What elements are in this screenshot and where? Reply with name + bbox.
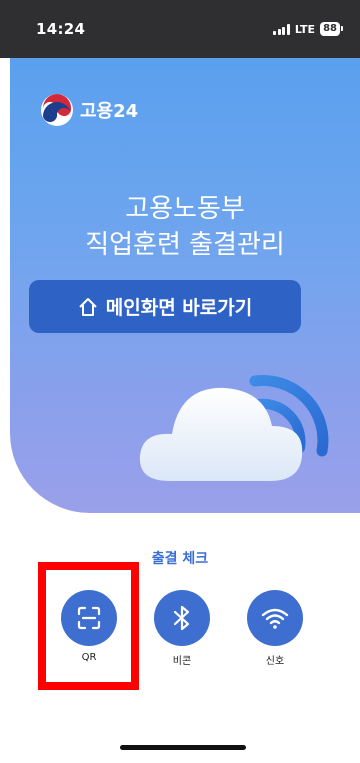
hero-banner: 고용24 고용노동부 직업훈련 출결관리 메인화면 바로가기	[10, 58, 360, 513]
taegeuk-logo-icon	[41, 94, 73, 126]
cellular-signal-icon	[273, 23, 290, 35]
beacon-check-button[interactable]: 비콘	[147, 590, 217, 667]
go-to-main-button[interactable]: 메인화면 바로가기	[29, 280, 301, 333]
status-indicators: LTE 88	[273, 22, 343, 36]
signal-check-button[interactable]: 신호	[240, 590, 310, 667]
network-type: LTE	[294, 22, 316, 36]
bluetooth-icon	[173, 605, 190, 631]
page-title-line1: 고용노동부	[125, 194, 245, 224]
wifi-icon	[261, 608, 289, 629]
status-time: 14:24	[36, 20, 86, 38]
battery-level: 88	[323, 23, 337, 34]
signal-check-circle[interactable]	[247, 590, 303, 646]
battery-icon: 88	[320, 22, 343, 36]
beacon-check-label: 비콘	[172, 656, 192, 667]
beacon-check-circle[interactable]	[154, 590, 210, 646]
page-title-line2: 직업훈련 출결관리	[85, 230, 285, 260]
cloud-wifi-illustration	[139, 374, 329, 481]
go-to-main-label: 메인화면 바로가기	[105, 297, 253, 319]
home-icon	[79, 297, 97, 316]
qr-highlight-box	[38, 562, 139, 690]
status-bar: 14:24 LTE 88	[0, 0, 360, 58]
signal-check-label: 신호	[265, 656, 285, 667]
brand: 고용24	[40, 93, 138, 127]
home-indicator	[120, 745, 246, 750]
brand-name: 고용24	[80, 101, 139, 122]
